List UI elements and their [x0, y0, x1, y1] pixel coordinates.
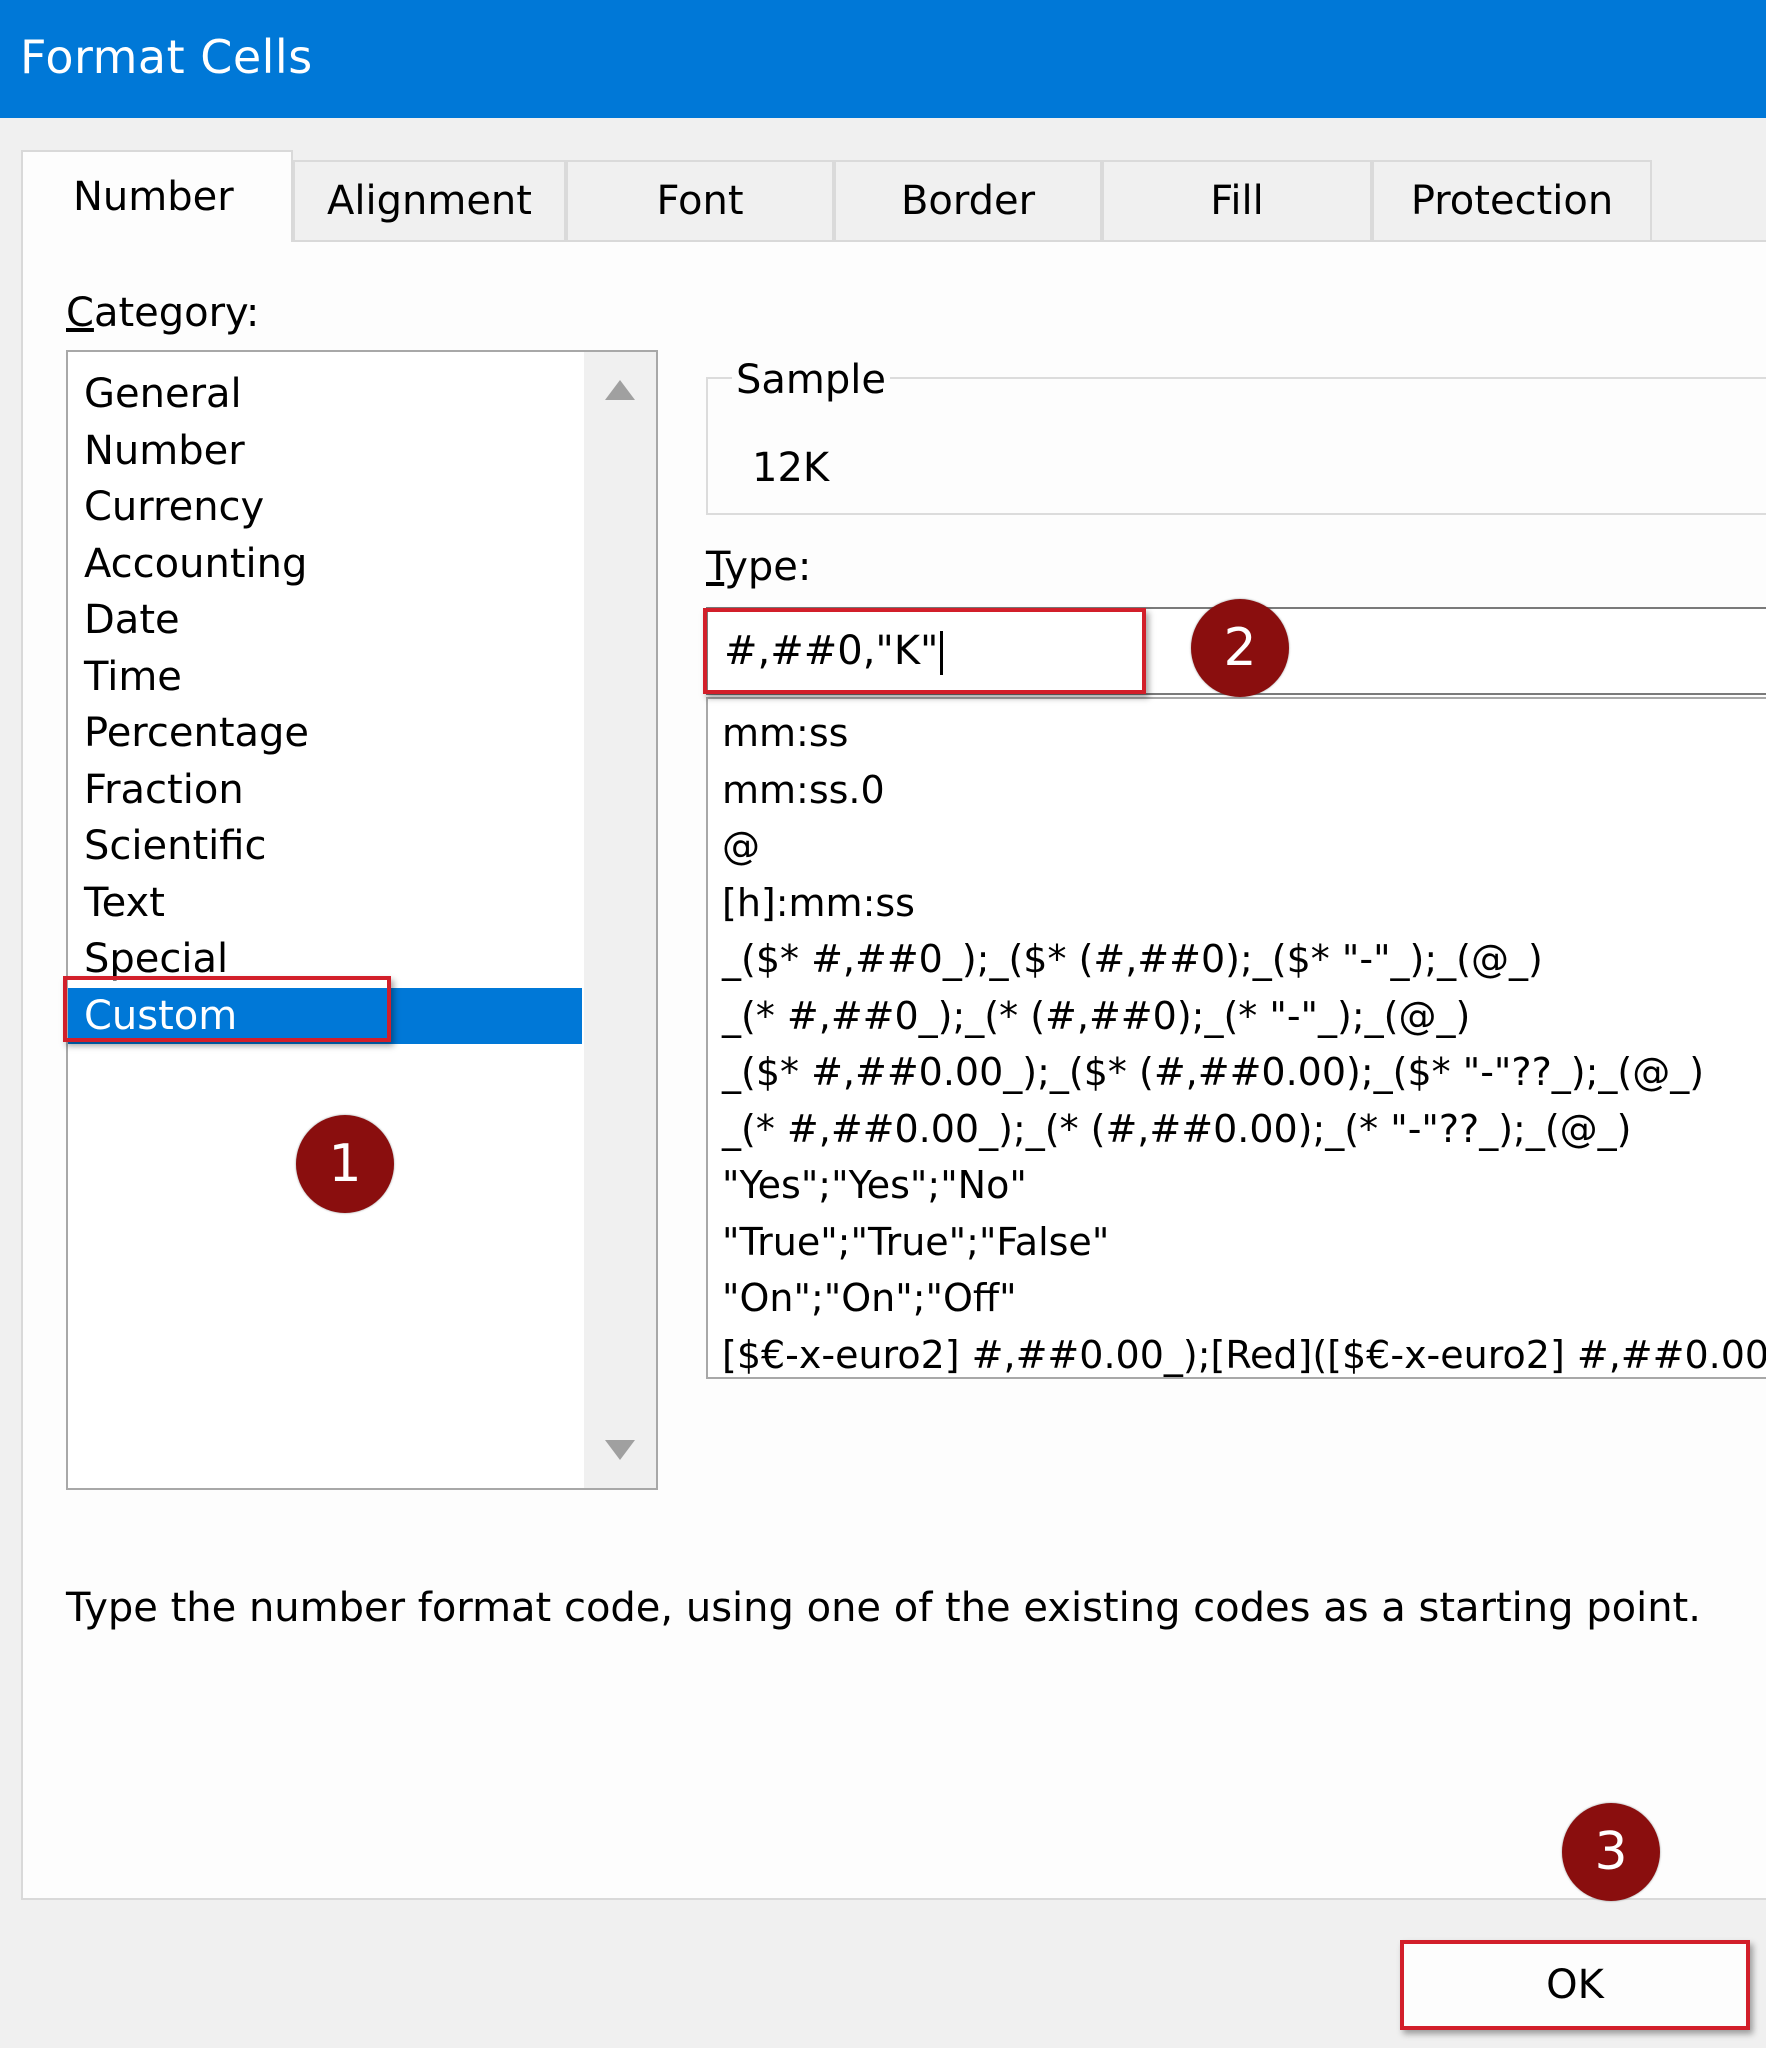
scroll-up-arrow-icon[interactable] [605, 380, 635, 400]
format-code-item[interactable]: _(* #,##0_);_(* (#,##0);_(* "-"_);_(@_) [708, 988, 1766, 1045]
category-item-percentage[interactable]: Percentage [68, 705, 582, 762]
highlight-custom-category [63, 976, 391, 1042]
category-item-date[interactable]: Date [68, 592, 582, 649]
category-item-text[interactable]: Text [68, 875, 582, 932]
format-code-item[interactable]: _($* #,##0_);_($* (#,##0);_($* "-"_);_(@… [708, 931, 1766, 988]
category-label: Category: [66, 290, 259, 336]
type-format-list[interactable]: mm:ss mm:ss.0 @ [h]:mm:ss _($* #,##0_);_… [706, 697, 1766, 1379]
category-item-time[interactable]: Time [68, 649, 582, 706]
tab-border[interactable]: Border [834, 160, 1102, 240]
type-label-accesskey: T [706, 544, 725, 590]
sample-group: Sample 12K [706, 357, 1766, 515]
category-item-fraction[interactable]: Fraction [68, 762, 582, 819]
format-code-item[interactable]: "On";"On";"Off" [708, 1270, 1766, 1327]
step-marker-1: 1 [296, 1115, 394, 1213]
category-label-accesskey: C [66, 290, 94, 336]
sample-value: 12K [752, 445, 830, 491]
tab-alignment[interactable]: Alignment [293, 160, 566, 240]
sample-legend: Sample [732, 357, 890, 403]
step-marker-2: 2 [1191, 599, 1289, 697]
window-title: Format Cells [20, 30, 313, 84]
format-code-item[interactable]: mm:ss [708, 705, 1766, 762]
category-scrollbar[interactable] [584, 352, 656, 1488]
category-item-number[interactable]: Number [68, 423, 582, 480]
title-bar: Format Cells [0, 0, 1766, 118]
type-label-text: ype: [724, 544, 812, 590]
highlight-type-input [703, 608, 1146, 694]
type-label: Type: [706, 544, 811, 590]
scroll-down-arrow-icon[interactable] [605, 1440, 635, 1460]
step-marker-3: 3 [1562, 1803, 1660, 1901]
format-code-item[interactable]: @ [708, 818, 1766, 875]
category-item-scientific[interactable]: Scientific [68, 818, 582, 875]
category-item-currency[interactable]: Currency [68, 479, 582, 536]
tab-font[interactable]: Font [566, 160, 834, 240]
format-code-item[interactable]: _(* #,##0.00_);_(* (#,##0.00);_(* "-"??_… [708, 1101, 1766, 1158]
format-code-item[interactable]: "True";"True";"False" [708, 1214, 1766, 1271]
category-item-general[interactable]: General [68, 366, 582, 423]
format-code-item[interactable]: "Yes";"Yes";"No" [708, 1157, 1766, 1214]
category-label-text: ategory: [93, 290, 260, 336]
highlight-ok-button [1400, 1940, 1750, 2030]
tab-fill[interactable]: Fill [1102, 160, 1372, 240]
format-code-item[interactable]: mm:ss.0 [708, 762, 1766, 819]
format-code-item[interactable]: _($* #,##0.00_);_($* (#,##0.00);_($* "-"… [708, 1044, 1766, 1101]
tab-protection[interactable]: Protection [1372, 160, 1652, 240]
format-code-item[interactable]: [$€-x-euro2] #,##0.00_);[Red]([$€-x-euro… [708, 1327, 1766, 1378]
format-code-item[interactable]: [h]:mm:ss [708, 875, 1766, 932]
tab-number[interactable]: Number [21, 150, 293, 242]
category-item-accounting[interactable]: Accounting [68, 536, 582, 593]
help-text: Type the number format code, using one o… [66, 1585, 1701, 1631]
category-listbox[interactable]: General Number Currency Accounting Date … [66, 350, 658, 1490]
